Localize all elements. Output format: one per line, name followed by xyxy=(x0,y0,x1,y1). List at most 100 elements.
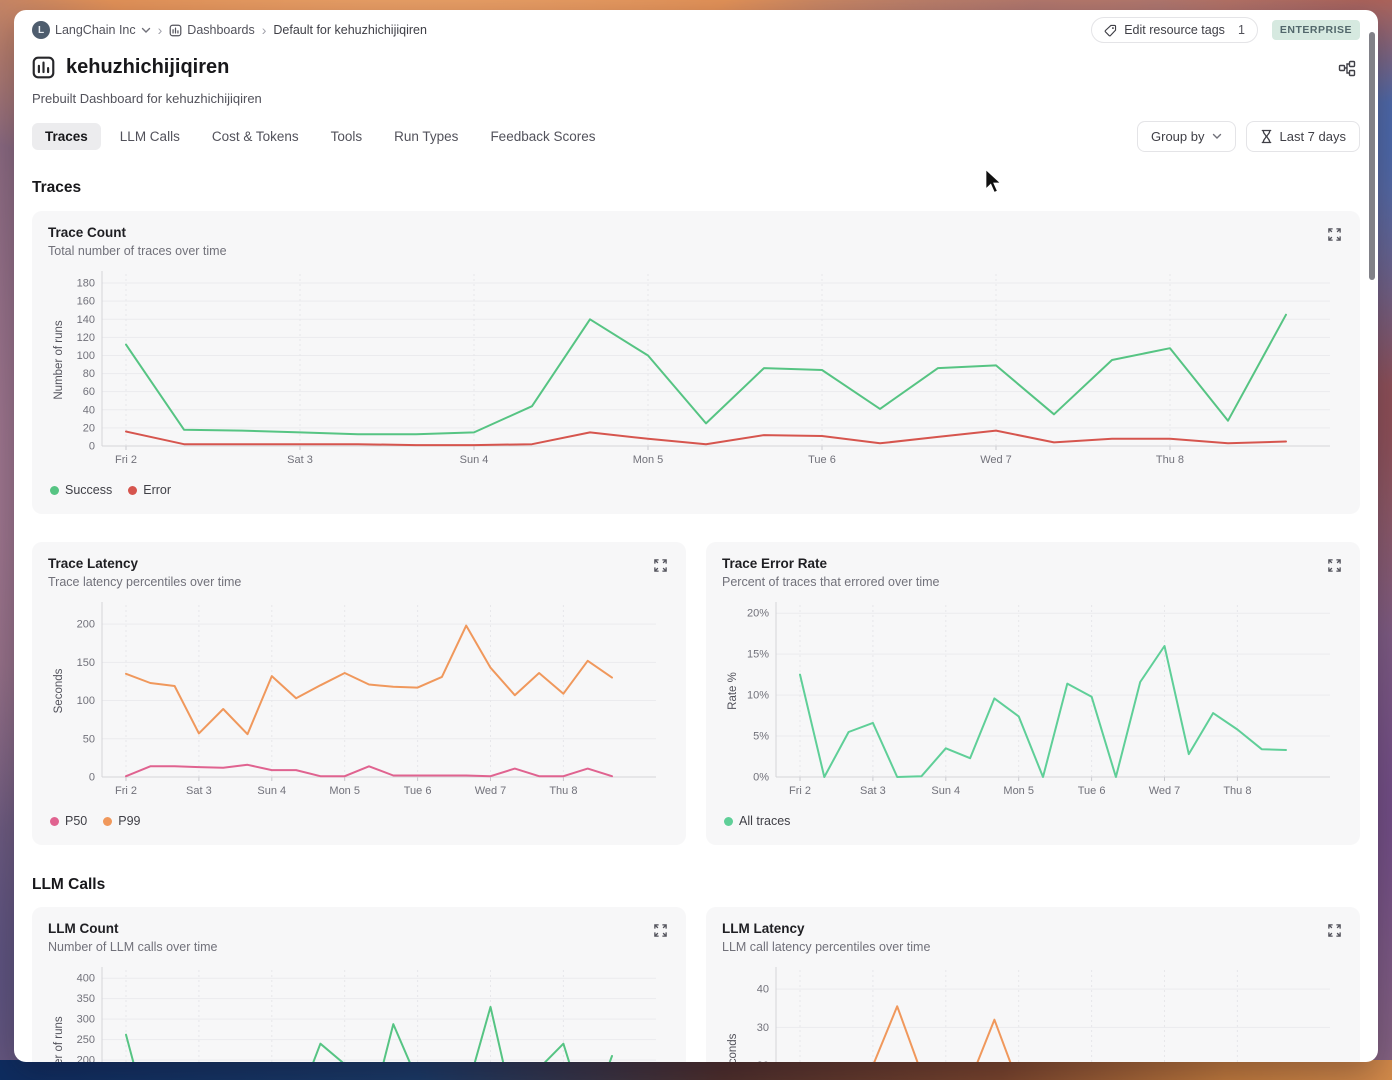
time-range-button[interactable]: Last 7 days xyxy=(1245,121,1360,152)
legend-item-success[interactable]: Success xyxy=(50,483,112,497)
breadcrumb-current-page: Default for kehuzhichijiqiren xyxy=(273,23,427,37)
y-axis-label: Rate % xyxy=(727,672,739,710)
card-head: Trace Latency Trace latency percentiles … xyxy=(48,556,670,589)
svg-text:Sun 4: Sun 4 xyxy=(931,785,960,797)
svg-text:120: 120 xyxy=(77,332,95,344)
svg-text:160: 160 xyxy=(77,296,95,308)
svg-text:Thu 8: Thu 8 xyxy=(549,785,577,797)
expand-arrows-icon xyxy=(654,924,667,937)
topbar-right: Edit resource tags 1 ENTERPRISE xyxy=(1091,17,1360,43)
scrollbar-thumb[interactable] xyxy=(1369,32,1375,280)
legend-item-p50[interactable]: P50 xyxy=(50,814,87,828)
svg-text:Tue 6: Tue 6 xyxy=(1078,785,1106,797)
svg-text:150: 150 xyxy=(77,657,95,669)
svg-text:350: 350 xyxy=(77,993,95,1005)
breadcrumb-dashboards[interactable]: Dashboards xyxy=(169,23,255,37)
group-by-label: Group by xyxy=(1151,129,1205,144)
trace-latency-legend: P50 P99 xyxy=(48,811,670,831)
tab-llm-calls[interactable]: LLM Calls xyxy=(107,123,193,150)
llm-latency-chart: 010203040Fri 2Sat 3Sun 4Mon 5Tue 6Wed 7T… xyxy=(722,962,1344,1062)
svg-text:40: 40 xyxy=(757,984,769,996)
legend-label: P50 xyxy=(65,814,88,828)
legend-label: All traces xyxy=(739,814,791,828)
svg-text:Fri 2: Fri 2 xyxy=(115,454,137,466)
card-head: Trace Count Total number of traces over … xyxy=(48,225,1344,258)
legend-dot xyxy=(128,485,138,495)
hourglass-icon xyxy=(1261,129,1271,144)
svg-text:Mon 5: Mon 5 xyxy=(633,454,664,466)
llm-count-chart: 050100150200250300350400Fri 2Sat 3Sun 4M… xyxy=(48,962,670,1062)
svg-text:Wed 7: Wed 7 xyxy=(980,454,1012,466)
card-subtitle: Total number of traces over time xyxy=(48,244,227,258)
svg-text:Tue 6: Tue 6 xyxy=(808,454,836,466)
hierarchy-icon xyxy=(1338,60,1356,77)
expand-icon[interactable] xyxy=(1325,556,1344,578)
org-switcher[interactable]: L LangChain Inc xyxy=(32,21,151,39)
org-name: LangChain Inc xyxy=(55,23,136,37)
svg-text:10%: 10% xyxy=(747,690,769,702)
svg-text:250: 250 xyxy=(77,1034,95,1046)
expand-icon[interactable] xyxy=(1325,225,1344,247)
breadcrumb-separator: › xyxy=(261,22,267,38)
llm-count-svg: 050100150200250300350400Fri 2Sat 3Sun 4M… xyxy=(53,967,656,1062)
svg-text:50: 50 xyxy=(83,733,95,745)
svg-text:Fri 2: Fri 2 xyxy=(115,785,137,797)
page-title: kehuzhichijiqiren xyxy=(66,56,230,78)
svg-text:Mon 5: Mon 5 xyxy=(329,785,360,797)
expand-icon[interactable] xyxy=(651,556,670,578)
svg-text:15%: 15% xyxy=(747,649,769,661)
svg-text:60: 60 xyxy=(83,386,95,398)
y-axis-label: Seconds xyxy=(727,1033,739,1062)
trace-error-rate-card: Trace Error Rate Percent of traces that … xyxy=(706,542,1360,845)
section-heading-llm-calls: LLM Calls xyxy=(32,876,106,893)
tab-run-types[interactable]: Run Types xyxy=(381,123,471,150)
card-head: LLM Count Number of LLM calls over time xyxy=(48,921,670,954)
plan-badge: ENTERPRISE xyxy=(1271,20,1360,40)
expand-icon[interactable] xyxy=(651,921,670,943)
card-title: LLM Latency xyxy=(722,921,805,936)
tab-feedback-scores[interactable]: Feedback Scores xyxy=(477,123,608,150)
svg-text:Sun 4: Sun 4 xyxy=(257,785,286,797)
group-by-button[interactable]: Group by xyxy=(1137,121,1236,152)
expand-arrows-icon xyxy=(654,559,667,572)
card-title: Trace Latency xyxy=(48,556,139,571)
legend-item-p99[interactable]: P99 xyxy=(103,814,141,828)
svg-text:5%: 5% xyxy=(753,731,769,743)
dashboard-title-icon xyxy=(32,56,55,79)
legend-item-error[interactable]: Error xyxy=(128,483,171,497)
trace-count-svg: 0 20 40 60 80 100 120 140 160 180 Fri 2 Sat 3 Sun 4 M… xyxy=(53,271,1330,466)
llm-latency-card: LLM Latency LLM call latency percentiles… xyxy=(706,907,1360,1062)
traces-cards-row: Trace Latency Trace latency percentiles … xyxy=(32,542,1360,845)
svg-text:Tue 6: Tue 6 xyxy=(404,785,432,797)
svg-text:Thu 8: Thu 8 xyxy=(1223,785,1251,797)
tab-list: Traces LLM Calls Cost & Tokens Tools Run… xyxy=(32,123,609,150)
desktop-background: { "breadcrumb": { "org": "LangChain Inc"… xyxy=(0,0,1392,1080)
expand-icon[interactable] xyxy=(1325,921,1344,943)
page-subtitle: Prebuilt Dashboard for kehuzhichijiqiren xyxy=(32,91,262,106)
tab-tools[interactable]: Tools xyxy=(318,123,376,150)
section-heading-traces: Traces xyxy=(32,179,82,196)
trace-error-rate-chart: 0% 5% 10% 15% 20% Fri 2 Sat 3 Sun 4 Mon 5 Tue 6 We… xyxy=(722,597,1344,803)
time-range-label: Last 7 days xyxy=(1279,129,1347,144)
card-title: LLM Count xyxy=(48,921,119,936)
legend-item-all-traces[interactable]: All traces xyxy=(724,814,790,828)
svg-text:20%: 20% xyxy=(747,608,769,620)
svg-text:Wed 7: Wed 7 xyxy=(475,785,507,797)
svg-text:140: 140 xyxy=(77,314,95,326)
tab-traces[interactable]: Traces xyxy=(32,123,101,150)
trace-count-legend: Success Error xyxy=(48,480,1344,500)
hierarchy-icon-button[interactable] xyxy=(1334,56,1360,85)
svg-text:100: 100 xyxy=(77,350,95,362)
tab-cost-tokens[interactable]: Cost & Tokens xyxy=(199,123,312,150)
svg-text:Mon 5: Mon 5 xyxy=(1003,785,1034,797)
breadcrumb: L LangChain Inc › Dashboards › Default f… xyxy=(32,21,427,39)
trace-latency-chart: 0 50 100 150 200 Fri 2 Sat 3 Sun 4 Mon 5 Tue 6 Wed… xyxy=(48,597,670,803)
y-axis-label: Seconds xyxy=(53,668,65,713)
edit-resource-tags-button[interactable]: Edit resource tags 1 xyxy=(1091,17,1258,43)
svg-text:100: 100 xyxy=(77,695,95,707)
resource-tags-count: 1 xyxy=(1237,23,1245,37)
card-subtitle: LLM call latency percentiles over time xyxy=(722,940,931,954)
y-axis-label: Number of runs xyxy=(53,1016,65,1062)
svg-text:200: 200 xyxy=(77,1055,95,1062)
svg-text:300: 300 xyxy=(77,1014,95,1026)
